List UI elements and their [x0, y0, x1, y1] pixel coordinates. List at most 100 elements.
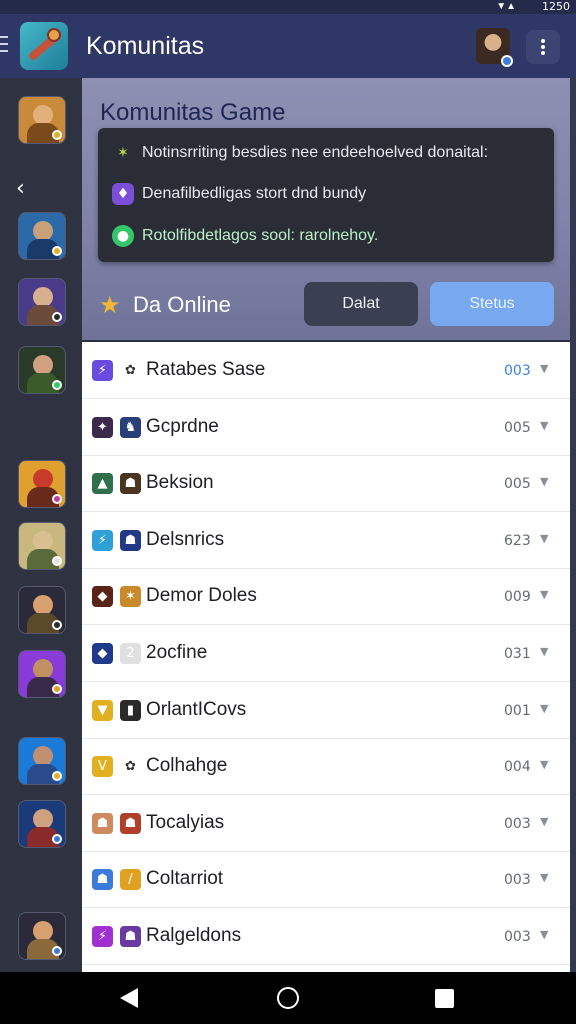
back-chevron-icon[interactable]: ‹: [16, 176, 25, 201]
status-badge-icon: [52, 130, 62, 140]
notice-item[interactable]: ✶ Notinsrriting besdies nee endeehoelved …: [112, 142, 488, 164]
shield-icon: ♦: [112, 183, 134, 205]
member-count: 005: [504, 476, 531, 493]
dalat-button[interactable]: Dalat: [304, 282, 418, 326]
member-count: 003: [504, 872, 531, 889]
status-badge-icon: [52, 494, 62, 504]
chevron-down-icon[interactable]: ▼: [540, 815, 548, 828]
player-avatar[interactable]: [18, 522, 66, 570]
nav-home-icon[interactable]: [277, 987, 299, 1009]
rank-icon: ☗: [120, 473, 141, 495]
chevron-down-icon[interactable]: ▼: [540, 475, 548, 488]
nav-back-icon[interactable]: [120, 988, 138, 1008]
member-row[interactable]: ⚡ ☗ Delsnrics 623 ▼: [82, 512, 570, 569]
player-avatar[interactable]: [18, 212, 66, 260]
notice-item[interactable]: ● Rotolfibdetlagos sool: rarolnehoy.: [112, 225, 378, 247]
chevron-down-icon[interactable]: ▼: [540, 702, 548, 715]
player-avatar[interactable]: [18, 346, 66, 394]
member-row[interactable]: ✦ ♞ Gcprdne 005 ▼: [82, 399, 570, 456]
notice-box: ✶ Notinsrriting besdies nee endeehoelved …: [98, 128, 554, 262]
community-title: Komunitas Game: [100, 99, 286, 126]
system-nav-bar: [0, 972, 576, 1024]
status-badge-icon: [52, 620, 62, 630]
player-avatar[interactable]: [18, 278, 66, 326]
app-bar: Komunitas: [0, 14, 576, 78]
player-avatar[interactable]: [18, 586, 66, 634]
member-name: Demor Doles: [146, 585, 257, 607]
member-count: 001: [504, 702, 531, 719]
status-badge-icon: [52, 946, 62, 956]
star-icon: ★: [99, 291, 121, 319]
chevron-down-icon[interactable]: ▼: [540, 588, 548, 601]
status-badge-icon: [52, 834, 62, 844]
member-row[interactable]: ◆ 2 2ocfine 031 ▼: [82, 625, 570, 682]
member-count: 003: [504, 929, 531, 945]
member-list: ⚡ ✿ Ratabes Sase 003 ▼ ✦ ♞ Gcprdne 005 ▼ ▲ ☗ Beksion…: [82, 342, 570, 972]
status-badge-icon: [52, 246, 62, 256]
member-count: 031: [504, 646, 531, 662]
status-badge-icon: [52, 556, 62, 566]
chat-bubble-icon: ●: [112, 225, 134, 247]
rank-icon: ▮: [120, 699, 141, 721]
game-icon: ☗: [92, 869, 113, 891]
rank-icon: ☗: [120, 926, 141, 947]
rank-icon: /: [120, 869, 141, 891]
game-icon: ✦: [92, 416, 113, 438]
member-row[interactable]: ⚡ ☗ Ralgeldons 003 ▼: [82, 908, 570, 965]
status-badge-icon: [52, 771, 62, 781]
member-count: 004: [504, 759, 531, 776]
member-row[interactable]: ☗ ☗ Tocalyias 003 ▼: [82, 795, 570, 852]
member-count: 003: [504, 815, 531, 832]
member-row[interactable]: V ✿ Colhahge 004 ▼: [82, 738, 570, 796]
chevron-down-icon[interactable]: ▼: [540, 419, 548, 432]
player-avatar[interactable]: [18, 460, 66, 508]
community-header: Komunitas Game ✶ Notinsrriting besdies ne…: [82, 78, 570, 340]
rank-icon: ☗: [120, 529, 141, 551]
member-count: 005: [504, 419, 531, 436]
nav-recents-icon[interactable]: [435, 989, 454, 1008]
sparkle-icon: ✶: [117, 145, 129, 161]
player-avatar[interactable]: [18, 912, 66, 960]
chevron-down-icon[interactable]: ▼: [540, 362, 548, 375]
chevron-down-icon[interactable]: ▼: [540, 871, 548, 884]
profile-avatar[interactable]: [476, 28, 513, 67]
rank-icon: ✶: [120, 586, 141, 608]
member-count: 003: [504, 363, 531, 379]
chevron-down-icon[interactable]: ▼: [540, 532, 548, 545]
notice-item[interactable]: ♦ Denafilbedligas stort dnd bundy: [112, 183, 366, 205]
chevron-down-icon[interactable]: ▼: [540, 645, 548, 658]
online-badge-icon: [501, 55, 513, 67]
status-button[interactable]: Stetus: [430, 282, 554, 326]
member-name: Gcprdne: [146, 415, 219, 437]
member-count: 009: [504, 589, 531, 606]
player-avatar[interactable]: [18, 96, 66, 144]
rank-icon: 2: [120, 643, 141, 664]
game-icon: ⚡: [92, 529, 113, 551]
chevron-down-icon[interactable]: ▼: [540, 758, 548, 771]
member-name: Colhahge: [146, 755, 228, 777]
game-icon: ▲: [92, 473, 113, 495]
screen: ▼▲ 1250 Komunitas ‹ Komunitas Game ✶ Noti…: [0, 0, 576, 1024]
status-bar: ▼▲ 1250: [0, 0, 576, 14]
member-name: OrlantICovs: [146, 698, 247, 720]
member-row[interactable]: ⚡ ✿ Ratabes Sase 003 ▼: [82, 342, 570, 399]
more-options-button[interactable]: [526, 30, 560, 64]
member-row[interactable]: ◆ ✶ Demor Doles 009 ▼: [82, 568, 570, 626]
chevron-down-icon[interactable]: ▼: [540, 928, 548, 941]
player-avatar[interactable]: [18, 737, 66, 785]
member-row[interactable]: ▲ ☗ Beksion 005 ▼: [82, 455, 570, 513]
member-name: Delsnrics: [146, 528, 225, 550]
member-name: Beksion: [146, 472, 214, 494]
signal-icon: ▼▲: [496, 1, 516, 12]
member-name: Ratabes Sase: [146, 359, 266, 380]
rank-icon: ♞: [120, 416, 141, 438]
game-icon: ◆: [92, 586, 113, 608]
member-row[interactable]: ▼ ▮ OrlantICovs 001 ▼: [82, 682, 570, 739]
game-icon: ⚡: [92, 926, 113, 947]
game-icon: ◆: [92, 643, 113, 664]
member-row[interactable]: ☗ / Coltarriot 003 ▼: [82, 851, 570, 909]
player-avatar[interactable]: [18, 650, 66, 698]
player-avatar[interactable]: [18, 800, 66, 848]
game-icon: ▼: [92, 699, 113, 721]
menu-icon[interactable]: [0, 36, 8, 56]
